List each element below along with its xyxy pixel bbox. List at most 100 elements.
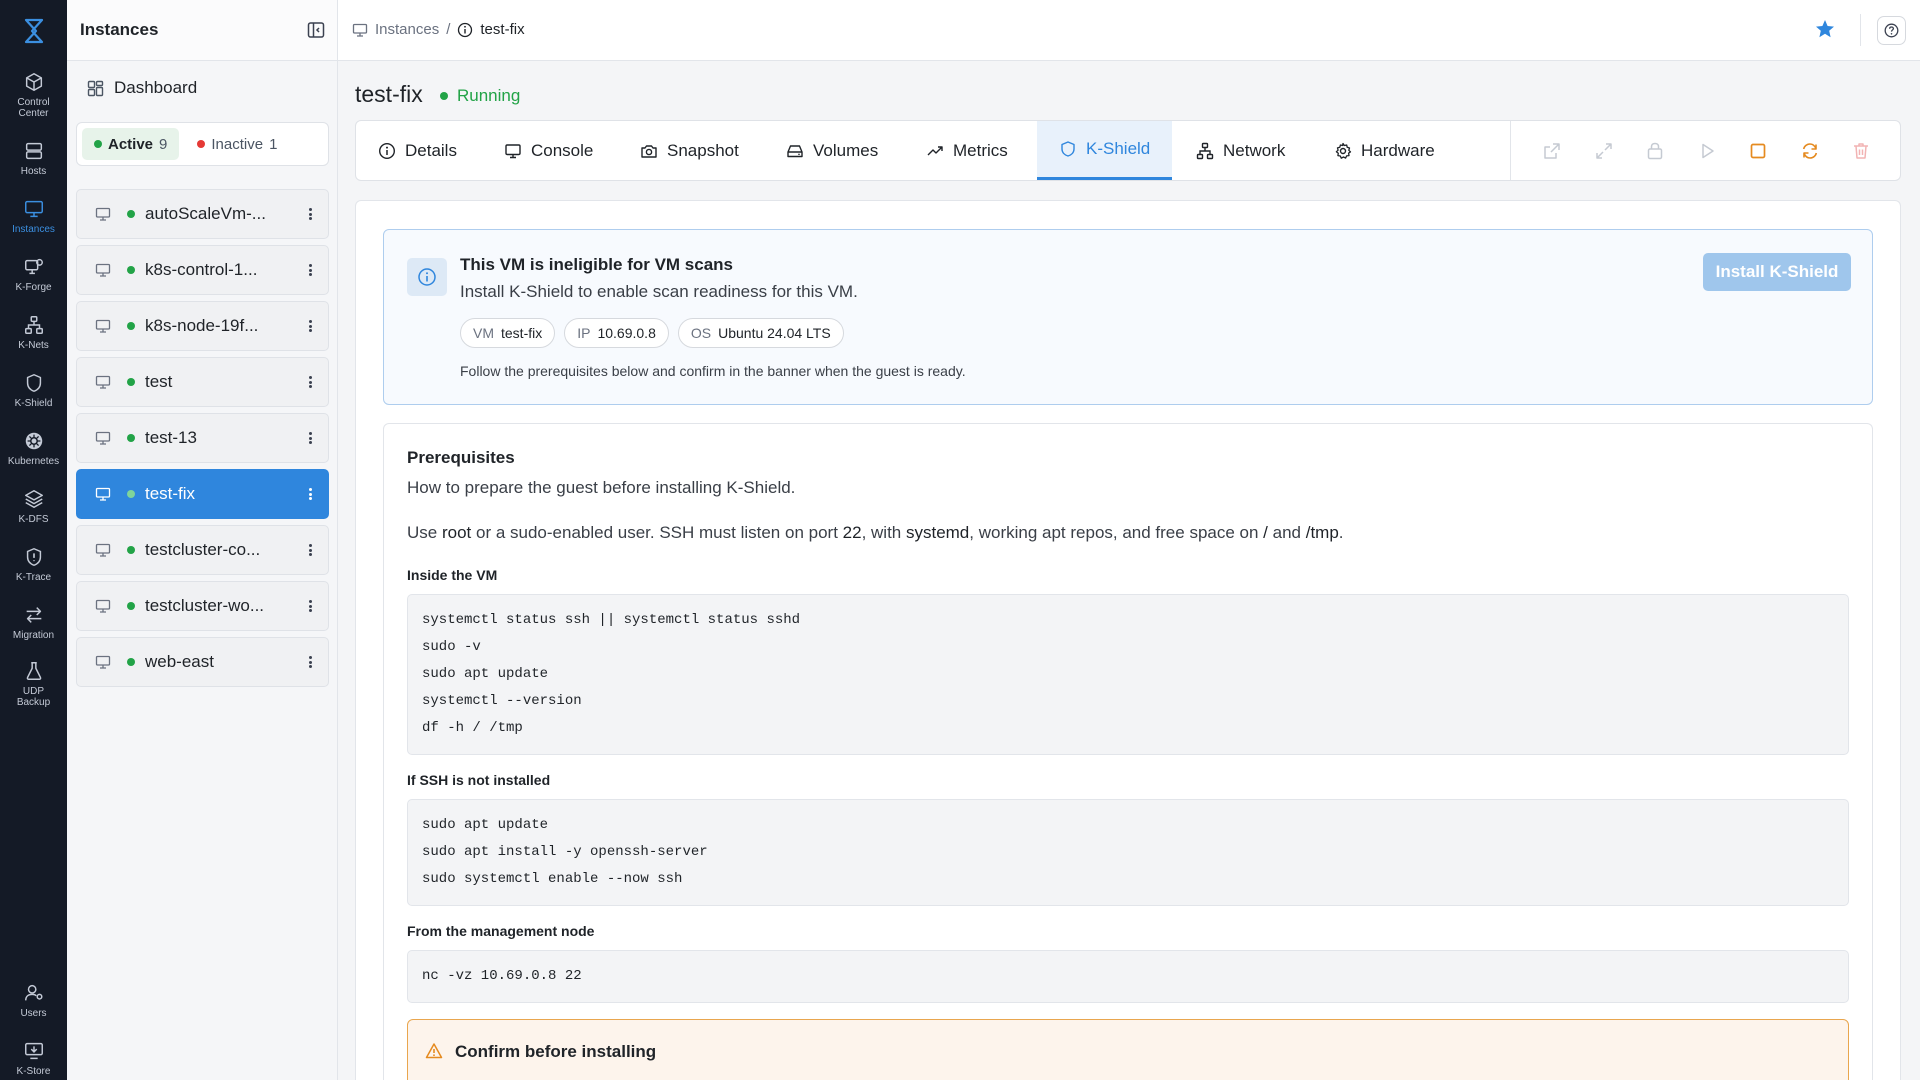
collapse-sidebar-icon[interactable] bbox=[307, 21, 325, 39]
rail-label: Instances bbox=[12, 224, 55, 235]
instance-list-item[interactable]: web-east bbox=[76, 637, 329, 687]
more-options-icon[interactable] bbox=[304, 317, 316, 335]
rail-label: K-Trace bbox=[15, 572, 52, 583]
instance-list-item[interactable]: testcluster-co... bbox=[76, 525, 329, 575]
camera-icon bbox=[641, 144, 657, 158]
lock-icon[interactable] bbox=[1645, 141, 1665, 161]
tab-hardware[interactable]: Hardware bbox=[1312, 121, 1457, 180]
more-options-icon[interactable] bbox=[304, 205, 316, 223]
confirm-title: Confirm before installing bbox=[455, 1042, 657, 1061]
notice-icon-box bbox=[407, 258, 447, 296]
tab-label: Hardware bbox=[1361, 140, 1435, 160]
instance-list-item[interactable]: test-13 bbox=[76, 413, 329, 463]
instance-name: k8s-control-1... bbox=[145, 260, 258, 279]
code-block-install-ssh[interactable]: sudo apt update sudo apt install -y open… bbox=[407, 799, 1849, 906]
status-filter: Active 9 Inactive 1 bbox=[76, 122, 329, 166]
warning-icon bbox=[425, 1043, 443, 1059]
breadcrumb-instances[interactable]: Instances bbox=[375, 21, 439, 38]
monitor-icon bbox=[95, 431, 111, 445]
gear-icon bbox=[1335, 142, 1352, 159]
tab-volumes[interactable]: Volumes bbox=[764, 121, 900, 180]
expand-icon[interactable] bbox=[1594, 141, 1614, 161]
sidebar-title: Instances bbox=[80, 20, 159, 39]
sidebar-item-dashboard[interactable]: Dashboard bbox=[87, 78, 197, 98]
chip-key: OS bbox=[690, 325, 712, 341]
app-logo[interactable] bbox=[0, 14, 67, 48]
rail-item-k-trace[interactable]: K-Trace bbox=[0, 546, 67, 583]
rail-item-kubernetes[interactable]: Kubernetes bbox=[0, 430, 67, 467]
tab-console[interactable]: Console bbox=[482, 121, 615, 180]
code-block-management-node[interactable]: nc -vz 10.69.0.8 22 bbox=[407, 950, 1849, 1003]
code-line: df -h / /tmp bbox=[422, 720, 523, 736]
filter-inactive[interactable]: Inactive 1 bbox=[185, 128, 289, 160]
more-options-icon[interactable] bbox=[304, 541, 316, 559]
status-dot bbox=[127, 322, 135, 330]
stop-icon[interactable] bbox=[1748, 141, 1768, 161]
chip-value: Ubuntu 24.04 LTS bbox=[718, 325, 831, 341]
status-dot bbox=[127, 434, 135, 442]
more-options-icon[interactable] bbox=[304, 429, 316, 447]
code-line: sudo apt install -y openssh-server bbox=[422, 844, 708, 860]
top-bar: Instances / test-fix bbox=[338, 0, 1920, 61]
breadcrumb-separator: / bbox=[446, 21, 451, 38]
code-line: sudo systemctl enable --now ssh bbox=[422, 871, 683, 887]
external-link-icon[interactable] bbox=[1542, 141, 1562, 161]
rail-item-k-forge[interactable]: K-Forge bbox=[0, 256, 67, 293]
refresh-icon[interactable] bbox=[1800, 141, 1820, 161]
favorite-star-icon[interactable] bbox=[1814, 18, 1836, 40]
chip-os: OS Ubuntu 24.04 LTS bbox=[677, 318, 844, 348]
rail-item-k-store[interactable]: K-Store bbox=[0, 1040, 67, 1077]
rail-item-udp-backup[interactable]: UDP Backup bbox=[0, 660, 67, 708]
monitor-icon bbox=[95, 599, 111, 613]
app-rail: Control Center Hosts Instances K-Forge K… bbox=[0, 0, 67, 1080]
more-options-icon[interactable] bbox=[304, 261, 316, 279]
trash-icon[interactable] bbox=[1851, 141, 1871, 161]
play-icon[interactable] bbox=[1697, 141, 1717, 161]
instance-list-item[interactable]: k8s-control-1... bbox=[76, 245, 329, 295]
rail-item-control-center[interactable]: Control Center bbox=[0, 71, 67, 119]
rail-label: UDP Backup bbox=[16, 686, 51, 708]
tab-details[interactable]: Details bbox=[356, 121, 479, 180]
notice-subtitle: Install K-Shield to enable scan readines… bbox=[460, 282, 858, 301]
network-icon bbox=[1196, 142, 1214, 159]
filter-active[interactable]: Active 9 bbox=[82, 128, 180, 160]
req-text: . bbox=[1338, 523, 1344, 542]
prerequisites-requirements: Use root or a sudo-enabled user. SSH mus… bbox=[407, 523, 1344, 543]
tab-snapshot[interactable]: Snapshot bbox=[618, 121, 761, 180]
code-block-inside-vm[interactable]: systemctl status ssh || systemctl status… bbox=[407, 594, 1849, 755]
tab-metrics[interactable]: Metrics bbox=[904, 121, 1030, 180]
tab-bar: Details Console Snapshot Volumes Metrics… bbox=[355, 120, 1901, 181]
instance-list-item[interactable]: test bbox=[76, 357, 329, 407]
rail-item-instances[interactable]: Instances bbox=[0, 198, 67, 235]
code-line: sudo -v bbox=[422, 639, 481, 655]
rail-item-k-nets[interactable]: K-Nets bbox=[0, 314, 67, 351]
more-options-icon[interactable] bbox=[304, 653, 316, 671]
tab-k-shield[interactable]: K-Shield bbox=[1037, 121, 1173, 180]
chip-vm: VM test-fix bbox=[460, 318, 556, 348]
rail-label: Kubernetes bbox=[7, 456, 60, 467]
status-dot bbox=[127, 490, 135, 498]
tab-network[interactable]: Network bbox=[1174, 121, 1307, 180]
rail-item-k-shield[interactable]: K-Shield bbox=[0, 372, 67, 409]
help-button[interactable] bbox=[1877, 16, 1906, 45]
rail-item-k-dfs[interactable]: K-DFS bbox=[0, 488, 67, 525]
instance-list-item[interactable]: testcluster-wo... bbox=[76, 581, 329, 631]
instance-list-item[interactable]: k8s-node-19f... bbox=[76, 301, 329, 351]
rail-item-users[interactable]: Users bbox=[0, 982, 67, 1019]
more-options-icon[interactable] bbox=[304, 373, 316, 391]
tab-label: Details bbox=[405, 140, 457, 160]
rail-item-hosts[interactable]: Hosts bbox=[0, 140, 67, 177]
instance-list-item[interactable]: autoScaleVm-... bbox=[76, 189, 329, 239]
instance-name: testcluster-wo... bbox=[145, 596, 265, 615]
status-dot bbox=[127, 546, 135, 554]
more-options-icon[interactable] bbox=[304, 597, 316, 615]
rail-item-migration[interactable]: Migration bbox=[0, 604, 67, 641]
section-inside-vm-label: Inside the VM bbox=[407, 567, 498, 583]
breadcrumb-current: test-fix bbox=[480, 21, 525, 38]
monitor-icon bbox=[24, 200, 43, 218]
monitor-icon bbox=[95, 375, 111, 389]
install-k-shield-button[interactable]: Install K-Shield bbox=[1703, 253, 1851, 291]
more-options-icon[interactable] bbox=[304, 485, 316, 503]
rail-label: Hosts bbox=[20, 166, 47, 177]
instance-list-item[interactable]: test-fix bbox=[76, 469, 329, 519]
